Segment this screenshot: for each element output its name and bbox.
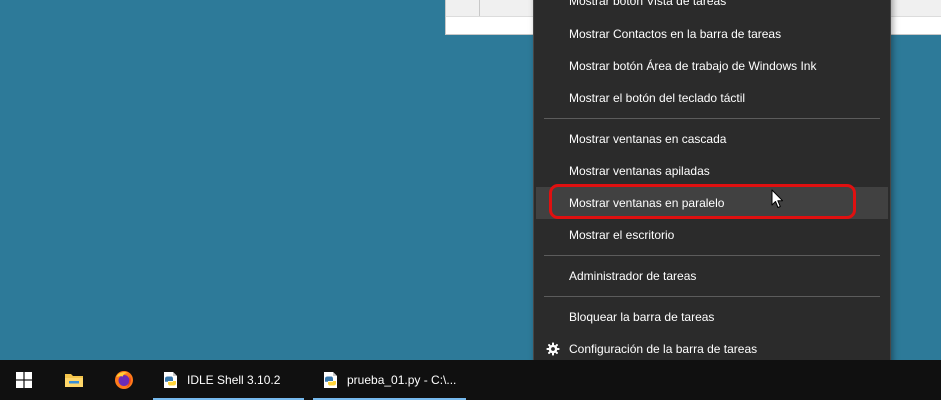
gear-icon — [546, 342, 560, 356]
menu-item-side-by-side-windows[interactable]: Mostrar ventanas en paralelo — [536, 187, 888, 219]
menu-item-label: Configuración de la barra de tareas — [569, 342, 758, 356]
menu-item-cascade-windows[interactable]: Mostrar ventanas en cascada — [536, 123, 888, 155]
background-window-cell — [479, 0, 536, 16]
menu-item-label: Bloquear la barra de tareas — [569, 310, 715, 324]
menu-separator — [544, 118, 880, 119]
menu-separator — [544, 255, 880, 256]
menu-item-label: Mostrar botón Vista de tareas — [569, 0, 727, 8]
menu-item-show-contacts[interactable]: Mostrar Contactos en la barra de tareas — [536, 18, 888, 50]
menu-item-task-manager[interactable]: Administrador de tareas — [536, 260, 888, 292]
background-window-cell — [446, 0, 480, 16]
menu-item-label: Mostrar ventanas en cascada — [569, 132, 727, 146]
menu-item-label: Mostrar ventanas apiladas — [569, 164, 710, 178]
menu-item-label: Administrador de tareas — [569, 269, 697, 283]
menu-item-show-desktop[interactable]: Mostrar el escritorio — [536, 219, 888, 251]
menu-item-lock-taskbar[interactable]: Bloquear la barra de tareas — [536, 301, 888, 333]
taskbar-context-menu: Mostrar botón Vista de tareas Mostrar Co… — [533, 0, 891, 371]
menu-item-label: Mostrar ventanas en paralelo — [569, 196, 725, 210]
menu-item-label: Mostrar el botón del teclado táctil — [569, 91, 746, 105]
menu-item-show-task-view-button[interactable]: Mostrar botón Vista de tareas — [536, 0, 888, 17]
menu-item-show-touch-keyboard[interactable]: Mostrar el botón del teclado táctil — [536, 82, 888, 114]
taskbar-app-idle-shell[interactable]: IDLE Shell 3.10.2 — [153, 360, 304, 400]
file-explorer-icon — [65, 374, 83, 387]
taskbar: IDLE Shell 3.10.2 prueba_01.py - C:\... — [0, 360, 941, 400]
taskbar-firefox-button[interactable] — [104, 360, 144, 400]
python-idle-icon — [164, 372, 177, 388]
menu-item-label: Mostrar botón Área de trabajo de Windows… — [569, 59, 817, 73]
taskbar-file-explorer-button[interactable] — [54, 360, 94, 400]
menu-item-show-windows-ink[interactable]: Mostrar botón Área de trabajo de Windows… — [536, 50, 888, 82]
taskbar-app-label: IDLE Shell 3.10.2 — [187, 373, 281, 387]
taskbar-app-label: prueba_01.py - C:\... — [347, 373, 457, 387]
menu-separator — [544, 296, 880, 297]
menu-item-stack-windows[interactable]: Mostrar ventanas apiladas — [536, 155, 888, 187]
python-idle-icon — [324, 372, 337, 388]
firefox-icon — [115, 371, 133, 389]
taskbar-app-prueba-file[interactable]: prueba_01.py - C:\... — [313, 360, 466, 400]
mouse-cursor-icon — [771, 189, 783, 208]
windows-logo-icon — [16, 372, 32, 388]
menu-item-label: Mostrar Contactos en la barra de tareas — [569, 27, 782, 41]
menu-item-label: Mostrar el escritorio — [569, 228, 675, 242]
start-button[interactable] — [0, 360, 48, 400]
